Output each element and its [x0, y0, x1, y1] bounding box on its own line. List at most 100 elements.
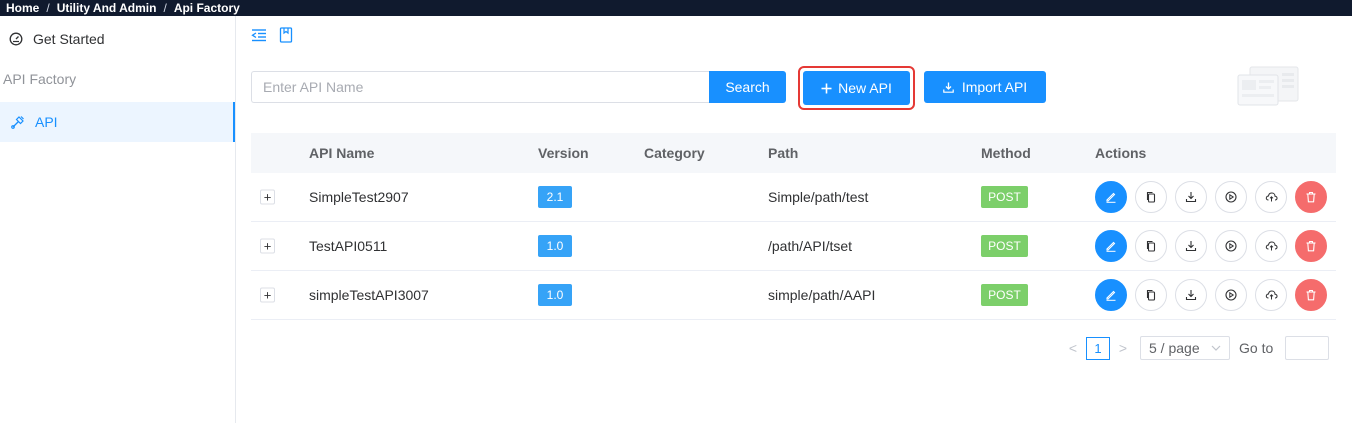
import-api-label: Import API	[961, 79, 1028, 95]
run-button[interactable]	[1215, 181, 1247, 213]
edit-button[interactable]	[1095, 181, 1127, 213]
trash-icon	[1306, 241, 1316, 252]
row-actions	[1095, 279, 1327, 311]
chevron-down-icon	[1211, 345, 1221, 351]
upload-button[interactable]	[1255, 279, 1287, 311]
column-header-api-name: API Name	[309, 145, 375, 161]
page-size-select[interactable]: 5 / page	[1140, 336, 1230, 360]
api-name-cell: TestAPI0511	[309, 238, 388, 254]
edit-button[interactable]	[1095, 279, 1127, 311]
download-icon	[1185, 290, 1197, 301]
book-icon[interactable]	[279, 27, 293, 43]
download-button[interactable]	[1175, 230, 1207, 262]
column-header-actions: Actions	[1095, 145, 1147, 161]
download-icon	[1185, 241, 1197, 252]
method-badge: POST	[981, 284, 1028, 306]
prev-page-button[interactable]: <	[1066, 340, 1080, 356]
sidebar-item-get-started[interactable]: Get Started	[9, 31, 105, 47]
sidebar-item-api[interactable]: API	[0, 102, 235, 142]
page-number-current[interactable]: 1	[1086, 336, 1110, 360]
collapse-menu-icon[interactable]	[251, 27, 267, 43]
edit-icon	[1106, 290, 1116, 301]
breadcrumb-separator: /	[46, 1, 50, 15]
api-illustration-icon	[1237, 66, 1299, 106]
cloud-upload-icon	[1265, 192, 1278, 202]
download-icon	[943, 82, 954, 93]
upload-button[interactable]	[1255, 230, 1287, 262]
breadcrumb-home[interactable]: Home	[6, 1, 39, 15]
table-row: + TestAPI0511 1.0 /path/API/tset POST	[251, 222, 1336, 271]
delete-button[interactable]	[1295, 279, 1327, 311]
row-actions	[1095, 181, 1327, 213]
method-badge: POST	[981, 186, 1028, 208]
plug-icon	[11, 115, 24, 129]
play-circle-icon	[1225, 240, 1237, 252]
cloud-upload-icon	[1265, 241, 1278, 251]
table-header: API Name Version Category Path Method Ac…	[251, 133, 1336, 173]
column-header-category: Category	[644, 145, 705, 161]
run-button[interactable]	[1215, 230, 1247, 262]
column-header-method: Method	[981, 145, 1031, 161]
version-badge: 1.0	[538, 284, 572, 306]
download-button[interactable]	[1175, 181, 1207, 213]
edit-icon	[1106, 192, 1116, 203]
sidebar-item-label: Get Started	[33, 31, 105, 47]
sidebar-item-label: API	[35, 114, 58, 130]
path-cell: Simple/path/test	[768, 189, 869, 205]
new-api-button[interactable]: New API	[803, 71, 910, 105]
next-page-button[interactable]: >	[1116, 340, 1130, 356]
copy-button[interactable]	[1135, 181, 1167, 213]
column-header-version: Version	[538, 145, 589, 161]
run-button[interactable]	[1215, 279, 1247, 311]
api-name-cell: simpleTestAPI3007	[309, 287, 429, 303]
column-header-path: Path	[768, 145, 799, 161]
breadcrumb-separator: /	[163, 1, 167, 15]
edit-icon	[1106, 241, 1116, 252]
delete-button[interactable]	[1295, 181, 1327, 213]
copy-button[interactable]	[1135, 230, 1167, 262]
new-api-label: New API	[838, 80, 892, 96]
copy-icon	[1146, 289, 1156, 301]
api-table: API Name Version Category Path Method Ac…	[251, 133, 1336, 320]
path-cell: simple/path/AAPI	[768, 287, 876, 303]
api-name-cell: SimpleTest2907	[309, 189, 409, 205]
search-button[interactable]: Search	[709, 71, 786, 103]
top-icon-bar	[251, 27, 293, 43]
row-actions	[1095, 230, 1327, 262]
path-cell: /path/API/tset	[768, 238, 853, 254]
upload-button[interactable]	[1255, 181, 1287, 213]
table-row: + SimpleTest2907 2.1 Simple/path/test PO…	[251, 173, 1336, 222]
table-row: + simpleTestAPI3007 1.0 simple/path/AAPI…	[251, 271, 1336, 320]
plus-icon	[821, 83, 832, 93]
dashboard-icon	[9, 32, 23, 46]
pagination: < 1 > 5 / page Go to	[1066, 336, 1330, 360]
play-circle-icon	[1225, 191, 1237, 203]
search-input[interactable]	[251, 71, 711, 103]
play-circle-icon	[1225, 289, 1237, 301]
version-badge: 2.1	[538, 186, 572, 208]
sidebar-section-title: API Factory	[3, 71, 77, 87]
version-badge: 1.0	[538, 235, 572, 257]
import-api-button[interactable]: Import API	[924, 71, 1046, 103]
trash-icon	[1306, 290, 1316, 301]
method-badge: POST	[981, 235, 1028, 257]
breadcrumb: Home / Utility And Admin / Api Factory	[0, 0, 1352, 16]
edit-button[interactable]	[1095, 230, 1127, 262]
copy-icon	[1146, 191, 1156, 203]
delete-button[interactable]	[1295, 230, 1327, 262]
page-size-value: 5 / page	[1149, 340, 1200, 356]
copy-icon	[1146, 240, 1156, 252]
new-api-highlight: New API	[798, 66, 915, 110]
expand-row-icon[interactable]: +	[260, 238, 275, 254]
download-icon	[1185, 192, 1197, 203]
breadcrumb-utility-admin[interactable]: Utility And Admin	[57, 1, 157, 15]
cloud-upload-icon	[1265, 290, 1278, 300]
download-button[interactable]	[1175, 279, 1207, 311]
copy-button[interactable]	[1135, 279, 1167, 311]
breadcrumb-api-factory: Api Factory	[173, 1, 240, 15]
expand-row-icon[interactable]: +	[260, 189, 275, 205]
goto-page-input[interactable]	[1285, 336, 1330, 360]
expand-row-icon[interactable]: +	[260, 287, 275, 303]
sidebar: Get Started API Factory API	[0, 16, 236, 423]
trash-icon	[1306, 192, 1316, 203]
